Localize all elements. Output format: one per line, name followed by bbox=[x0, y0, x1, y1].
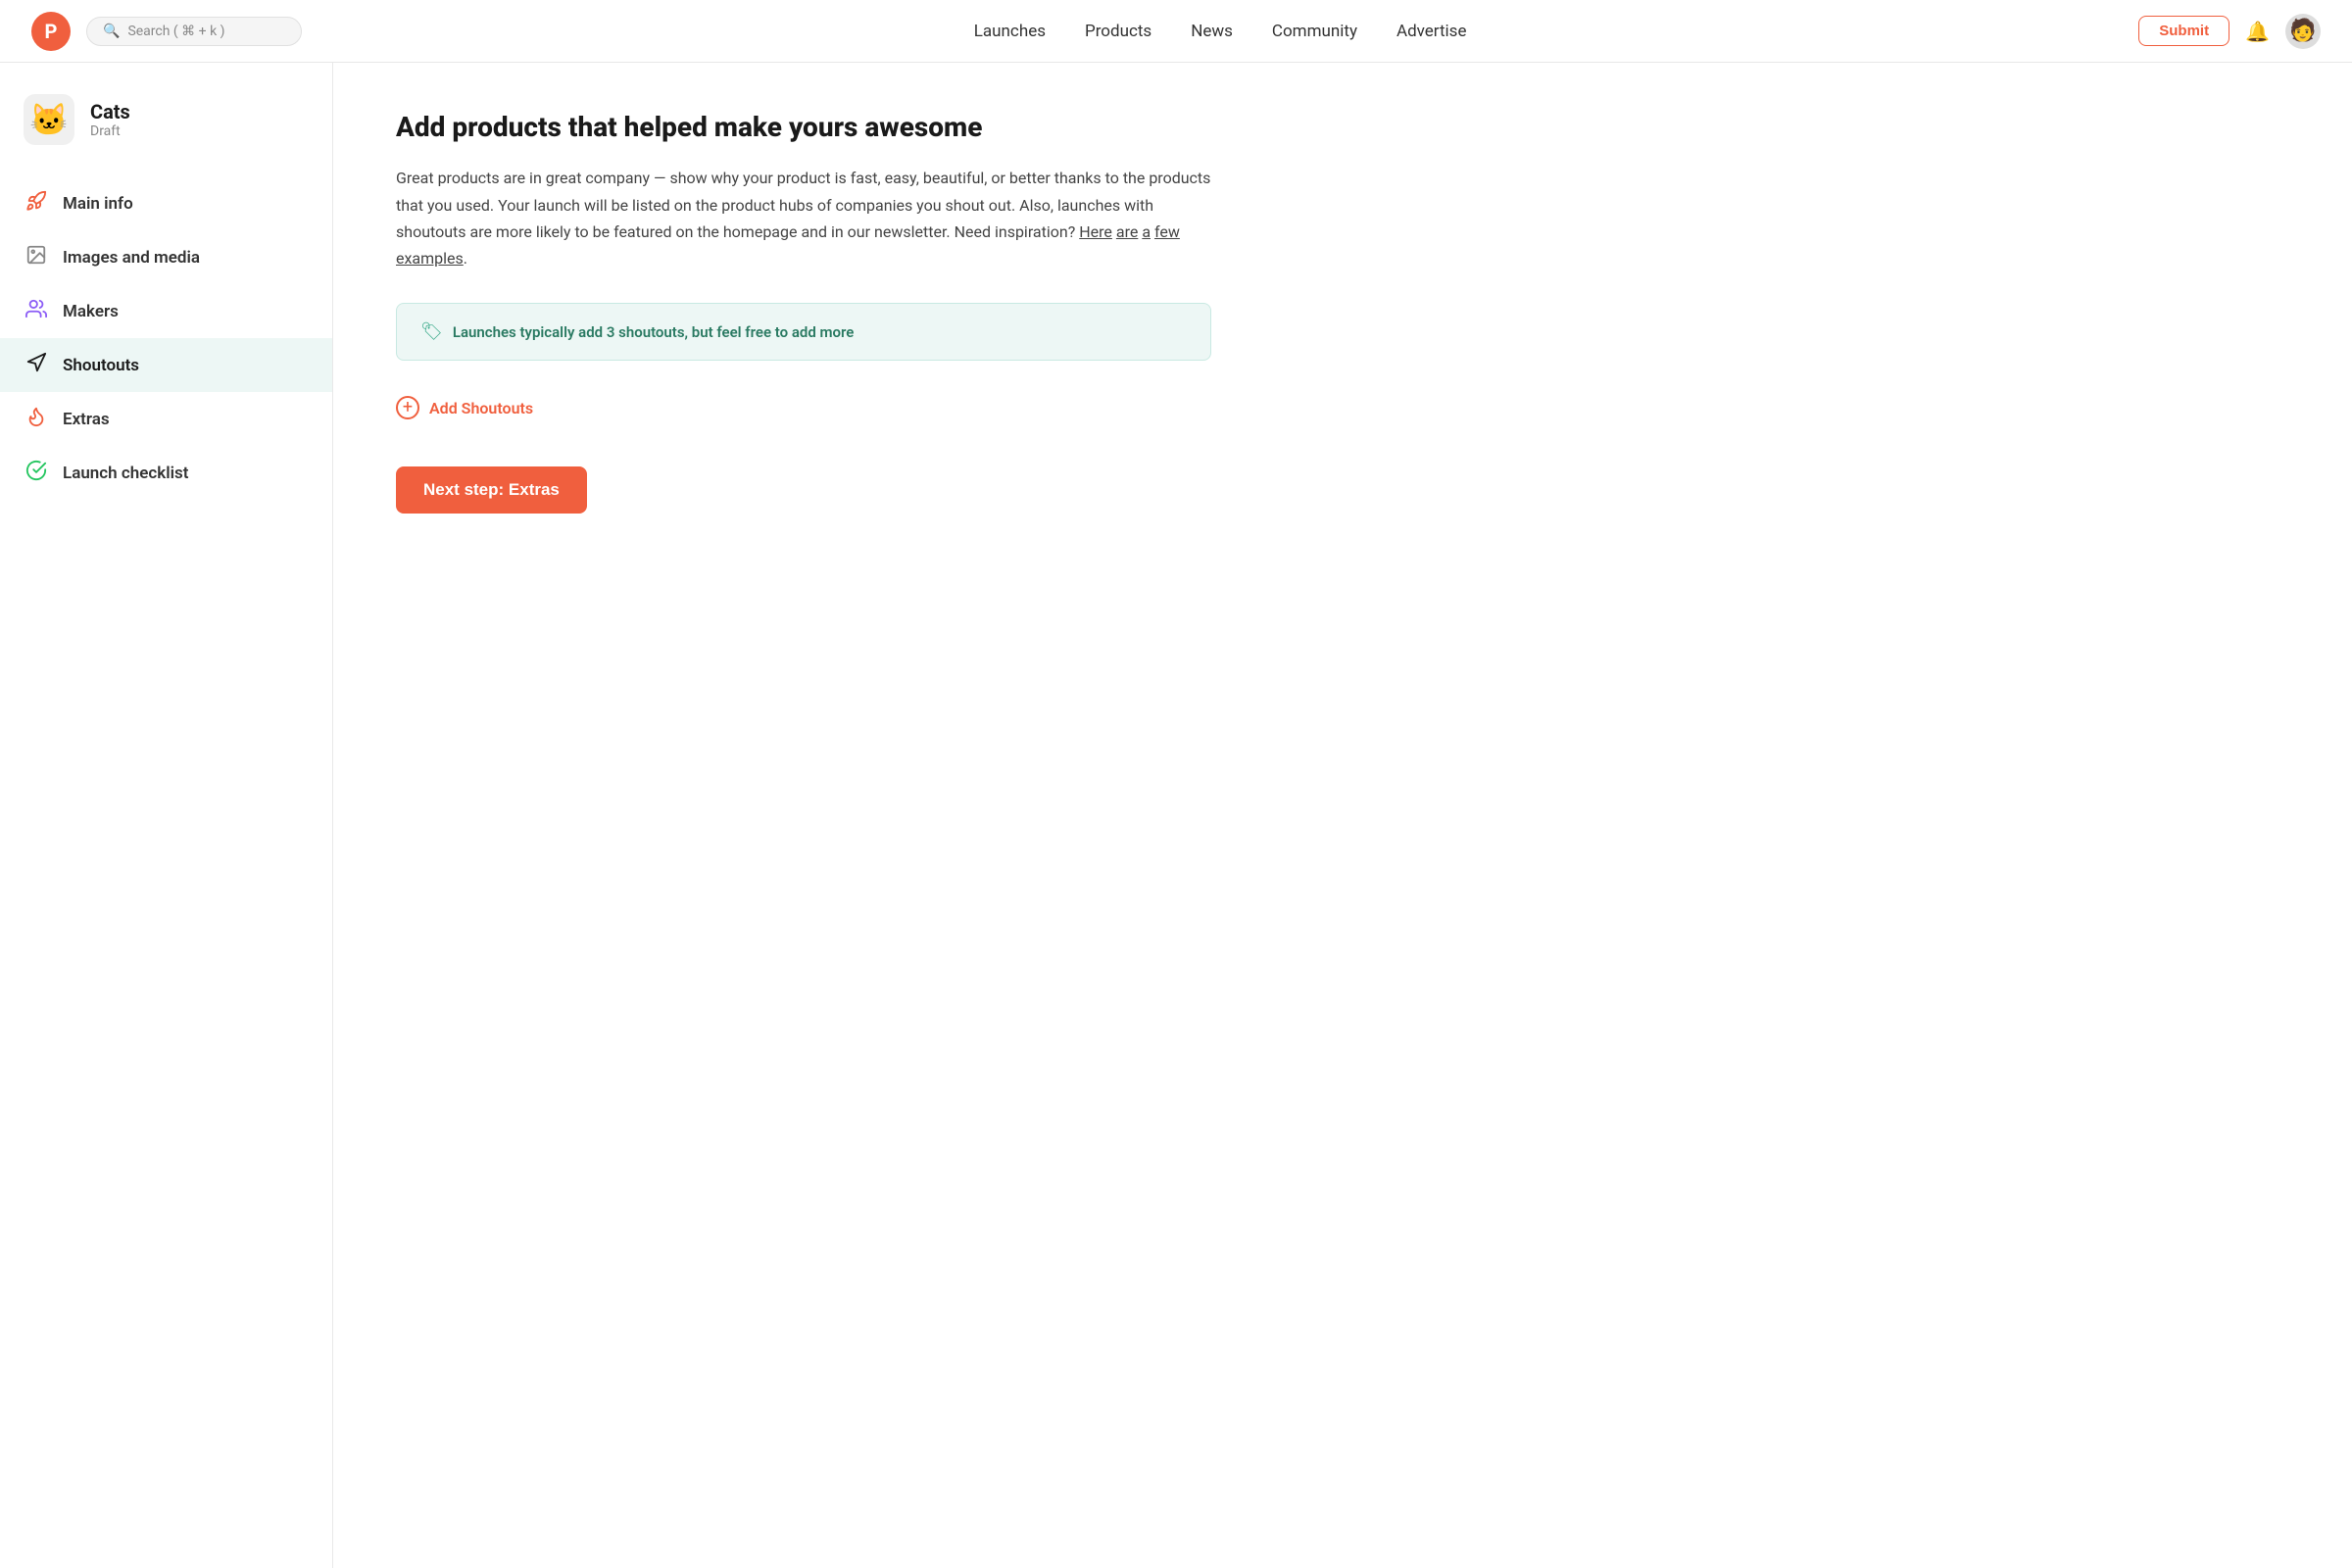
info-box: 🏷 Launches typically add 3 shoutouts, bu… bbox=[396, 303, 1211, 361]
sidebar-label-makers: Makers bbox=[63, 302, 119, 321]
avatar[interactable]: 🧑 bbox=[2285, 14, 2321, 49]
info-box-icon: 🏷 bbox=[420, 321, 443, 342]
search-placeholder-text: Search ( ⌘ + k ) bbox=[127, 24, 224, 39]
main-content: Add products that helped make yours awes… bbox=[333, 63, 1274, 1568]
nav-products[interactable]: Products bbox=[1085, 22, 1152, 41]
sidebar-label-images-media: Images and media bbox=[63, 248, 200, 268]
search-box[interactable]: 🔍 Search ( ⌘ + k ) bbox=[86, 17, 302, 46]
product-icon: 🐱 bbox=[24, 94, 74, 145]
main-nav: Launches Products News Community Adverti… bbox=[974, 22, 1467, 41]
product-status: Draft bbox=[90, 123, 130, 139]
fire-icon bbox=[24, 406, 49, 432]
sidebar: 🐱 Cats Draft Main info bbox=[0, 63, 333, 1568]
sidebar-item-launch-checklist[interactable]: Launch checklist bbox=[0, 446, 332, 500]
logo[interactable]: P bbox=[31, 12, 71, 51]
info-box-text: Launches typically add 3 shoutouts, but … bbox=[453, 323, 854, 341]
sidebar-item-main-info[interactable]: Main info bbox=[0, 176, 332, 230]
product-name: Cats bbox=[90, 100, 130, 123]
notification-icon[interactable]: 🔔 bbox=[2245, 20, 2270, 43]
nav-community[interactable]: Community bbox=[1272, 22, 1357, 41]
link-a[interactable]: a bbox=[1142, 222, 1151, 241]
header-right: Submit 🔔 🧑 bbox=[2138, 14, 2321, 49]
page-title: Add products that helped make yours awes… bbox=[396, 110, 1211, 145]
sidebar-label-main-info: Main info bbox=[63, 194, 133, 214]
people-icon bbox=[24, 298, 49, 324]
header: P 🔍 Search ( ⌘ + k ) Launches Products N… bbox=[0, 0, 2352, 63]
search-icon: 🔍 bbox=[103, 24, 120, 39]
submit-button[interactable]: Submit bbox=[2138, 16, 2230, 46]
logo-letter: P bbox=[45, 20, 58, 43]
page-description: Great products are in great company — sh… bbox=[396, 165, 1211, 271]
megaphone-icon bbox=[24, 352, 49, 378]
sidebar-nav: Main info Images and media bbox=[0, 176, 332, 500]
sidebar-label-shoutouts: Shoutouts bbox=[63, 356, 139, 375]
sidebar-product: 🐱 Cats Draft bbox=[0, 94, 332, 176]
nav-advertise[interactable]: Advertise bbox=[1396, 22, 1466, 41]
sidebar-item-extras[interactable]: Extras bbox=[0, 392, 332, 446]
next-step-button[interactable]: Next step: Extras bbox=[396, 466, 587, 514]
sidebar-item-images-media[interactable]: Images and media bbox=[0, 230, 332, 284]
add-shoutouts-label: Add Shoutouts bbox=[429, 399, 533, 417]
link-here[interactable]: Here bbox=[1079, 222, 1112, 241]
page-layout: 🐱 Cats Draft Main info bbox=[0, 63, 2352, 1568]
link-are[interactable]: are bbox=[1116, 222, 1138, 241]
link-few[interactable]: few bbox=[1154, 222, 1180, 241]
add-shoutouts-button[interactable]: + Add Shoutouts bbox=[396, 396, 1211, 419]
nav-news[interactable]: News bbox=[1191, 22, 1233, 41]
image-icon bbox=[24, 244, 49, 270]
sidebar-item-shoutouts[interactable]: Shoutouts bbox=[0, 338, 332, 392]
nav-launches[interactable]: Launches bbox=[974, 22, 1046, 41]
sidebar-label-launch-checklist: Launch checklist bbox=[63, 464, 189, 483]
rocket-icon bbox=[24, 190, 49, 217]
sidebar-item-makers[interactable]: Makers bbox=[0, 284, 332, 338]
plus-circle-icon: + bbox=[396, 396, 419, 419]
sidebar-label-extras: Extras bbox=[63, 410, 110, 429]
link-examples[interactable]: examples bbox=[396, 249, 464, 268]
check-circle-icon bbox=[24, 460, 49, 486]
